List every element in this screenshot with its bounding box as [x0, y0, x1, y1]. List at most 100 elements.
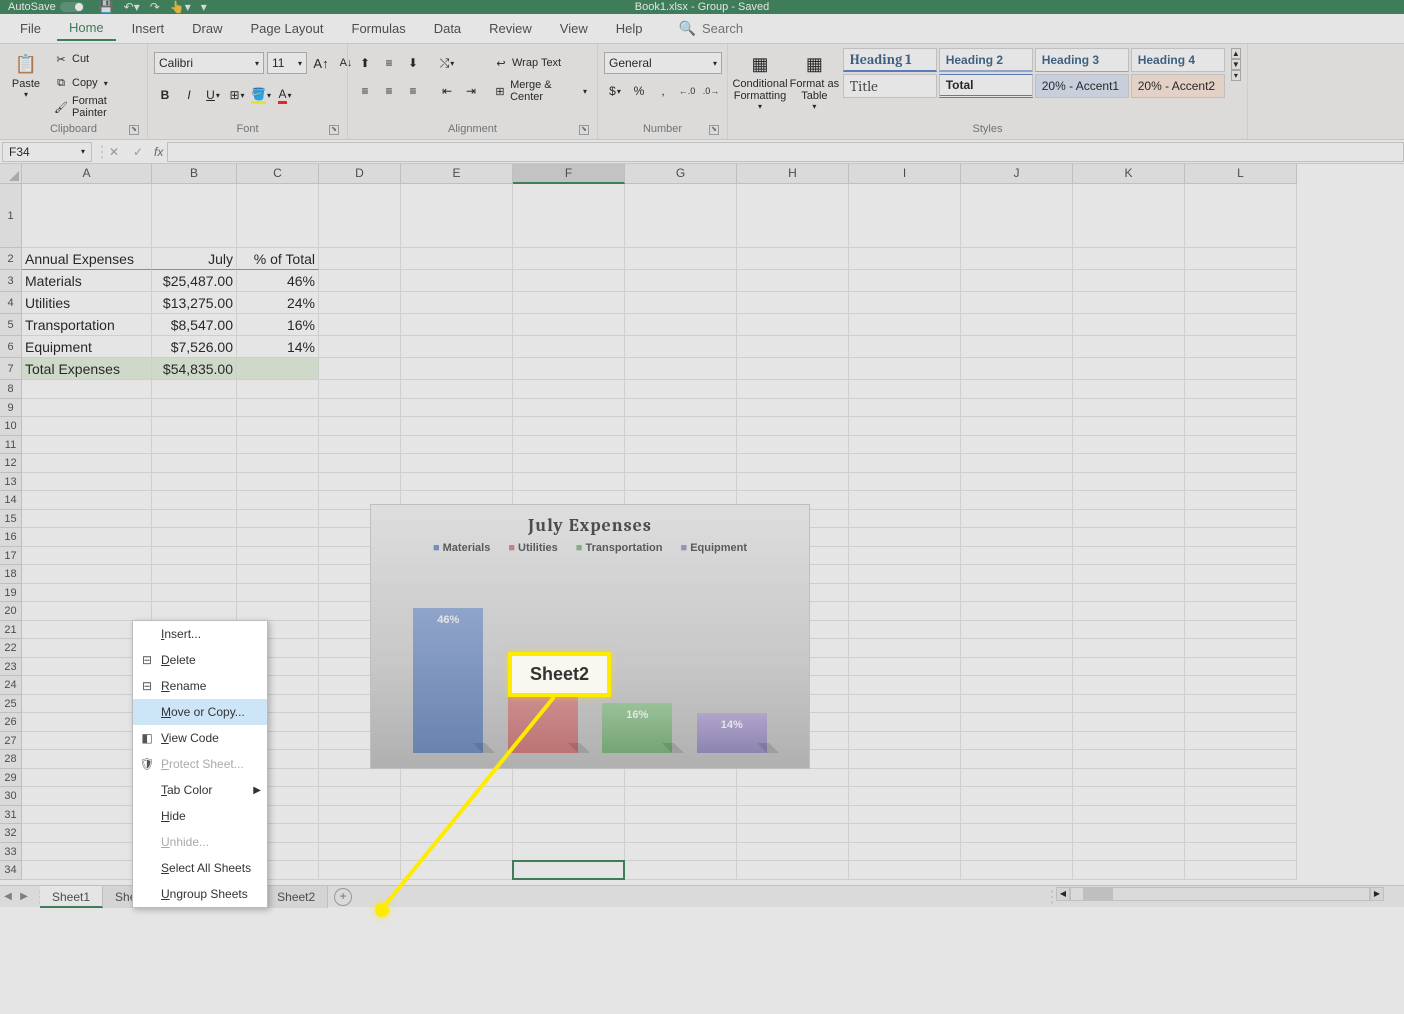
- cell-empty[interactable]: [961, 314, 1073, 336]
- cell-empty[interactable]: [625, 292, 737, 314]
- cell-empty[interactable]: [961, 621, 1073, 640]
- cell-empty[interactable]: [152, 510, 237, 529]
- cell-empty[interactable]: [513, 843, 625, 862]
- cell-empty[interactable]: [513, 454, 625, 473]
- cell-empty[interactable]: [625, 861, 737, 880]
- row-header-26[interactable]: 26: [0, 713, 22, 732]
- context-menu-select-all-sheets[interactable]: Select All Sheets: [133, 855, 267, 881]
- cell-empty[interactable]: [737, 843, 849, 862]
- context-menu-move-or-copy[interactable]: Move or Copy...: [133, 699, 267, 725]
- cell-empty[interactable]: [401, 270, 513, 292]
- row-header-29[interactable]: 29: [0, 769, 22, 788]
- cell-empty[interactable]: [401, 473, 513, 492]
- increase-font-button[interactable]: A↑: [310, 52, 332, 74]
- cell-empty[interactable]: [513, 861, 625, 880]
- cell-empty[interactable]: [237, 491, 319, 510]
- cell-empty[interactable]: [1185, 602, 1297, 621]
- hscroll-left[interactable]: ◀: [1056, 887, 1070, 901]
- row-header-18[interactable]: 18: [0, 565, 22, 584]
- row-header-21[interactable]: 21: [0, 621, 22, 640]
- tab-draw[interactable]: Draw: [180, 17, 234, 40]
- align-middle-button[interactable]: ≡: [378, 52, 400, 74]
- cell-empty[interactable]: [961, 417, 1073, 436]
- cell-empty[interactable]: [152, 547, 237, 566]
- select-all-button[interactable]: [0, 164, 22, 184]
- cell-empty[interactable]: [319, 861, 401, 880]
- cell-empty[interactable]: [1185, 380, 1297, 399]
- cell-empty[interactable]: [737, 314, 849, 336]
- cell-empty[interactable]: [1073, 380, 1185, 399]
- tab-page-layout[interactable]: Page Layout: [239, 17, 336, 40]
- context-menu-ungroup-sheets[interactable]: Ungroup Sheets: [133, 881, 267, 907]
- cell-a4[interactable]: Utilities: [22, 292, 152, 314]
- cell-empty[interactable]: [1185, 399, 1297, 418]
- cell-empty[interactable]: [961, 473, 1073, 492]
- cell-empty[interactable]: [152, 184, 237, 248]
- style-heading1[interactable]: Heading 1: [843, 48, 937, 72]
- row-header-7[interactable]: 7: [0, 358, 22, 380]
- cell-empty[interactable]: [401, 314, 513, 336]
- cell-empty[interactable]: [849, 806, 961, 825]
- cell-empty[interactable]: [737, 824, 849, 843]
- cell-empty[interactable]: [1073, 843, 1185, 862]
- cell-empty[interactable]: [961, 248, 1073, 270]
- cell-empty[interactable]: [513, 473, 625, 492]
- cell-empty[interactable]: [401, 787, 513, 806]
- cell-empty[interactable]: [961, 292, 1073, 314]
- style-total[interactable]: Total: [939, 74, 1033, 98]
- cell-empty[interactable]: [1073, 732, 1185, 751]
- cell-empty[interactable]: [625, 787, 737, 806]
- cell-empty[interactable]: [1185, 769, 1297, 788]
- cell-empty[interactable]: [961, 769, 1073, 788]
- sheet-nav-prev[interactable]: ◀: [0, 891, 16, 902]
- cell-empty[interactable]: [1185, 454, 1297, 473]
- cell-empty[interactable]: [401, 824, 513, 843]
- cell-empty[interactable]: [737, 454, 849, 473]
- style-heading2[interactable]: Heading 2: [939, 48, 1033, 72]
- cell-header-c2[interactable]: % of Total: [237, 248, 319, 270]
- align-left-button[interactable]: ≡: [354, 80, 376, 102]
- cell-empty[interactable]: [1185, 676, 1297, 695]
- cell-empty[interactable]: [961, 184, 1073, 248]
- row-header-10[interactable]: 10: [0, 417, 22, 436]
- style-title[interactable]: Title: [843, 74, 937, 98]
- cell-empty[interactable]: [513, 417, 625, 436]
- cell-empty[interactable]: [1185, 806, 1297, 825]
- cell-empty[interactable]: [961, 861, 1073, 880]
- tab-view[interactable]: View: [548, 17, 600, 40]
- cell-empty[interactable]: [849, 358, 961, 380]
- cell-empty[interactable]: [152, 473, 237, 492]
- cell-empty[interactable]: [1185, 417, 1297, 436]
- col-header-C[interactable]: C: [237, 164, 319, 184]
- col-header-D[interactable]: D: [319, 164, 401, 184]
- cell-empty[interactable]: [625, 336, 737, 358]
- cell-empty[interactable]: [152, 602, 237, 621]
- col-header-B[interactable]: B: [152, 164, 237, 184]
- cell-empty[interactable]: [319, 473, 401, 492]
- cell-empty[interactable]: [849, 510, 961, 529]
- tab-data[interactable]: Data: [422, 17, 473, 40]
- row-header-30[interactable]: 30: [0, 787, 22, 806]
- cell-empty[interactable]: [237, 528, 319, 547]
- cell-empty[interactable]: [625, 806, 737, 825]
- cell-empty[interactable]: [961, 336, 1073, 358]
- cell-empty[interactable]: [849, 713, 961, 732]
- cell-empty[interactable]: [737, 806, 849, 825]
- format-as-table-button[interactable]: ▦ Format as Table▾: [792, 48, 837, 113]
- fx-label[interactable]: fx: [150, 145, 167, 159]
- cell-a6[interactable]: Equipment: [22, 336, 152, 358]
- cell-empty[interactable]: [849, 639, 961, 658]
- cancel-formula-button[interactable]: ✕: [102, 145, 126, 159]
- search-box[interactable]: 🔍 Search: [679, 20, 744, 37]
- cell-empty[interactable]: [22, 436, 152, 455]
- cell-empty[interactable]: [319, 769, 401, 788]
- cell-c4[interactable]: 24%: [237, 292, 319, 314]
- cell-empty[interactable]: [625, 270, 737, 292]
- cell-empty[interactable]: [513, 184, 625, 248]
- cell-empty[interactable]: [625, 399, 737, 418]
- cell-empty[interactable]: [1073, 639, 1185, 658]
- cell-empty[interactable]: [1073, 270, 1185, 292]
- cell-empty[interactable]: [1185, 528, 1297, 547]
- cell-empty[interactable]: [849, 769, 961, 788]
- row-header-20[interactable]: 20: [0, 602, 22, 621]
